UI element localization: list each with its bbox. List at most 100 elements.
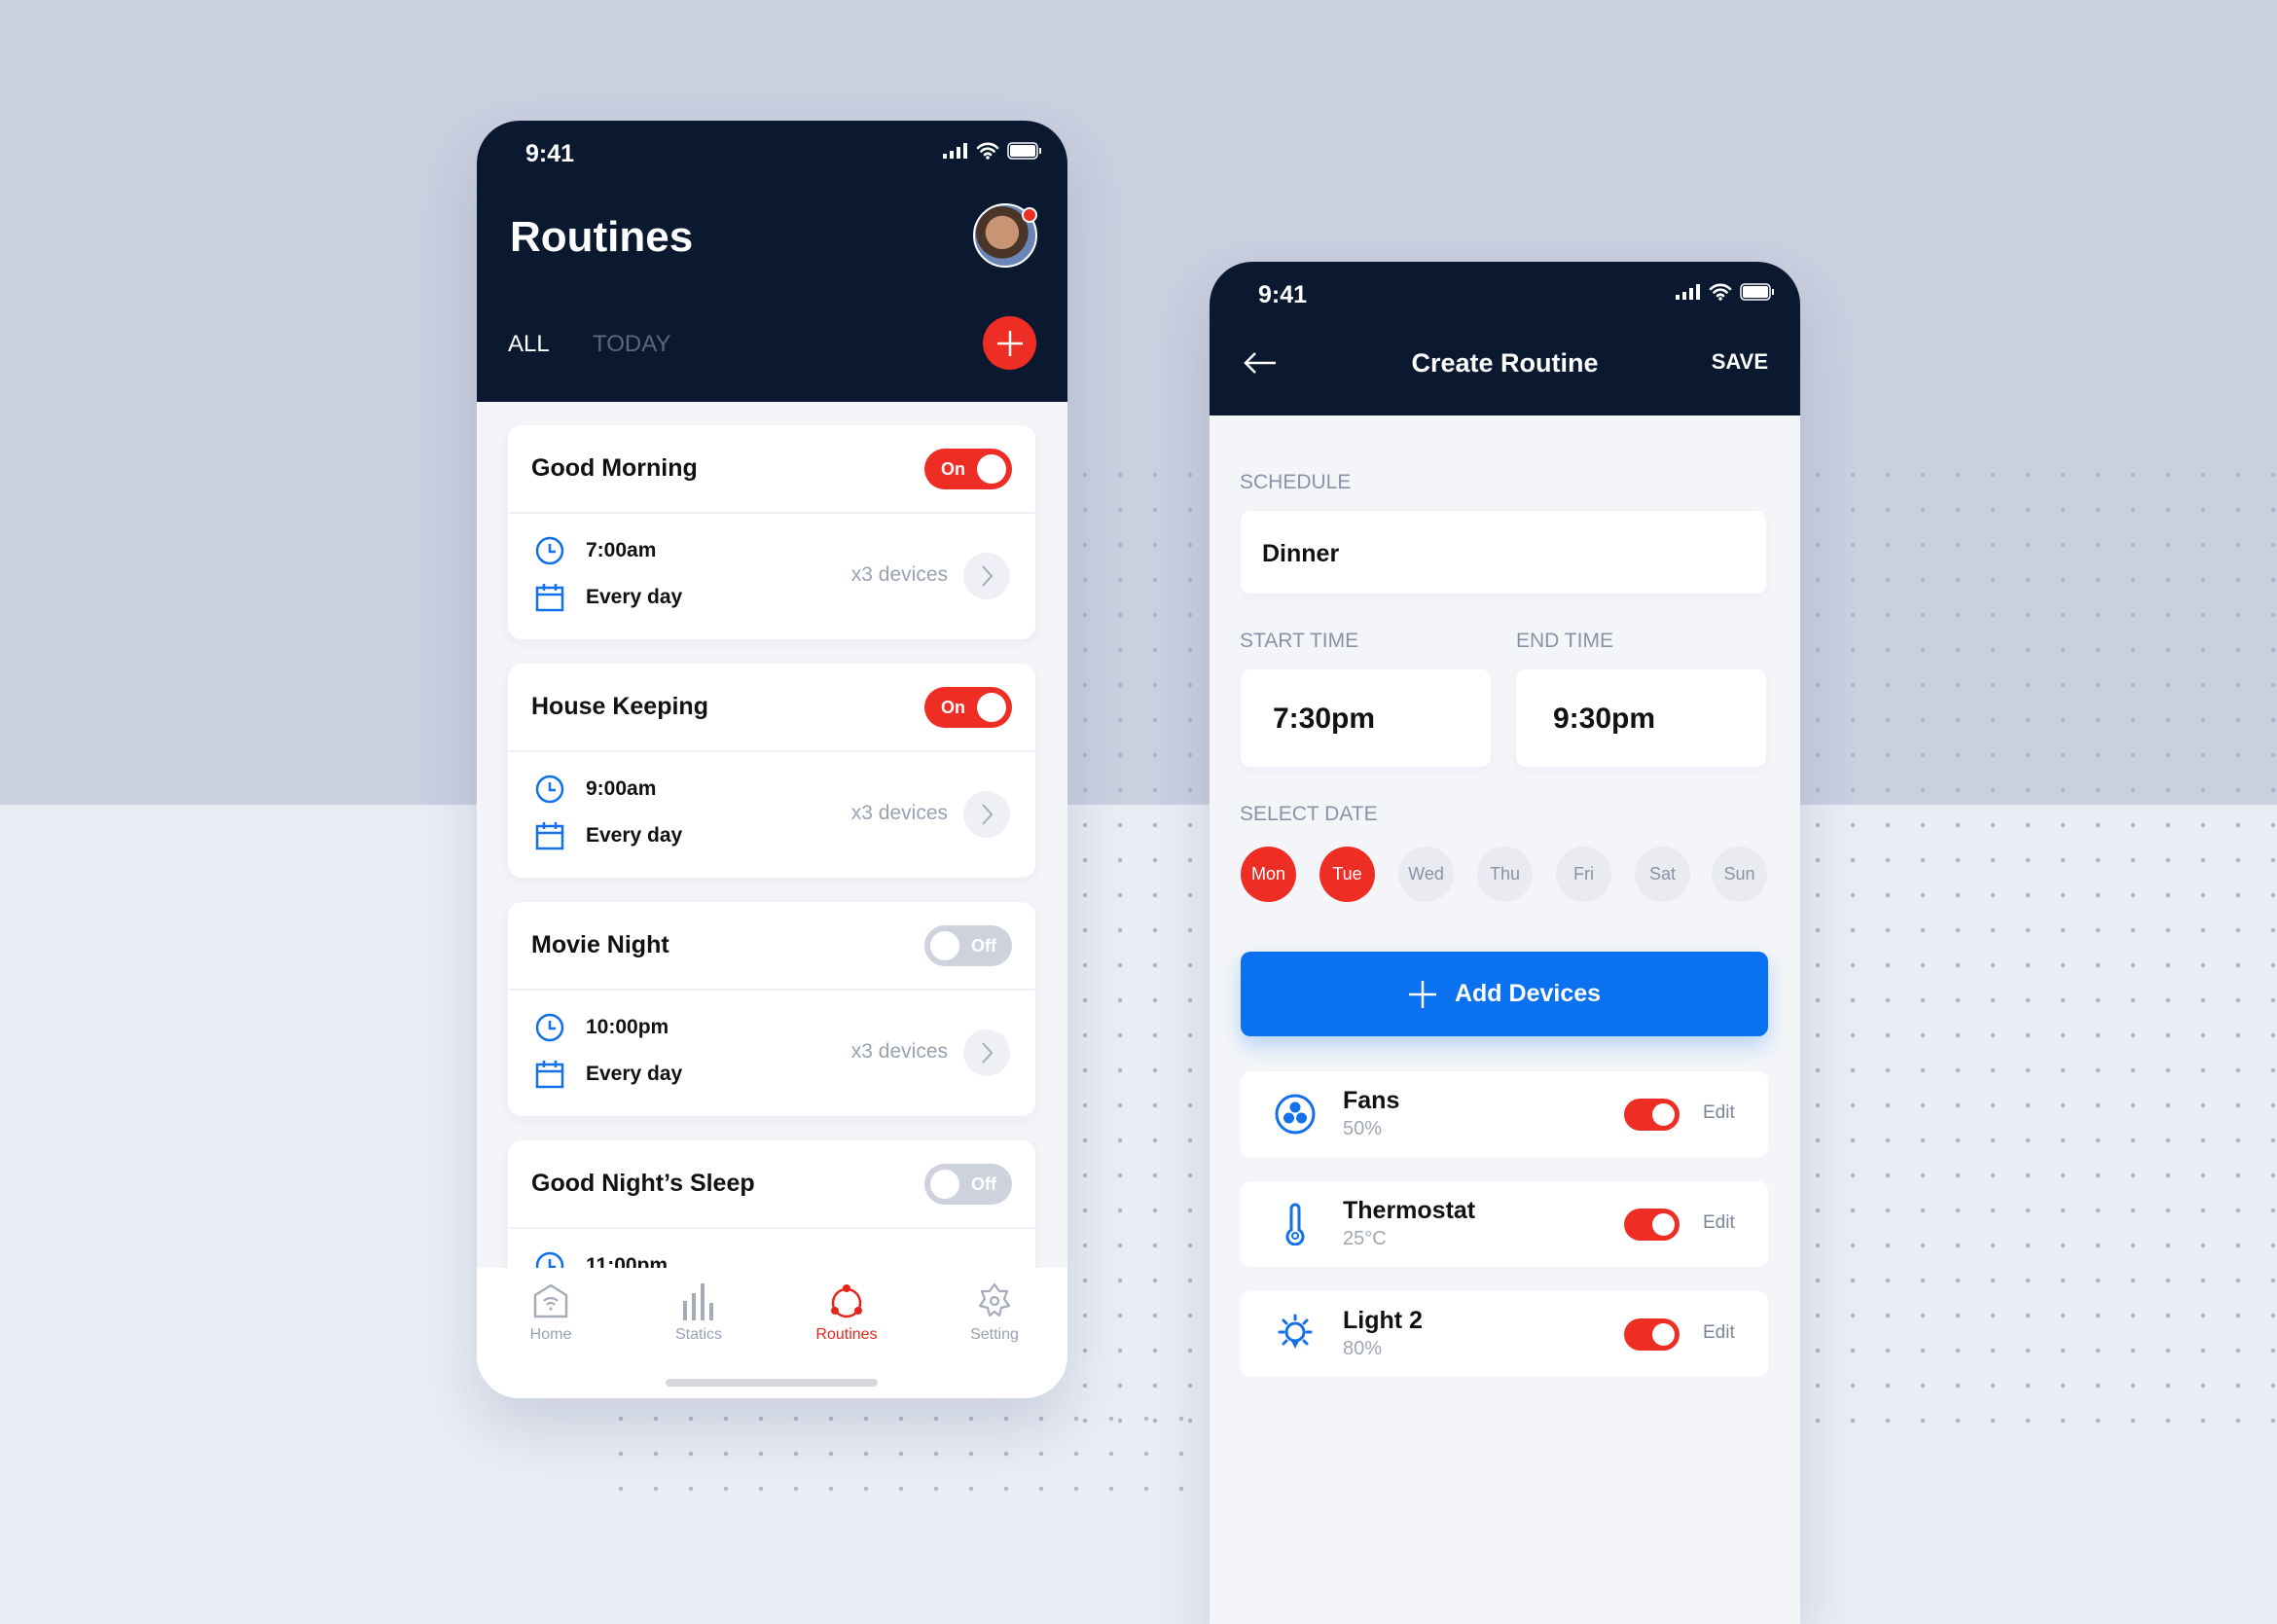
routines-header: 9:41 Routines ALL TODAY <box>477 121 1067 402</box>
schedule-label: SCHEDULE <box>1240 471 1352 493</box>
select-date-label: SELECT DATE <box>1240 803 1378 825</box>
create-header: 9:41 Create Routine SAVE <box>1210 262 1800 415</box>
clock-icon <box>535 1013 564 1042</box>
day-sun[interactable]: Sun <box>1712 847 1767 902</box>
device-name: Thermostat <box>1343 1197 1476 1224</box>
device-row: Light 2 80% Edit <box>1241 1291 1768 1377</box>
day-thu[interactable]: Thu <box>1477 847 1533 902</box>
fan-icon <box>1275 1094 1316 1135</box>
light-bulb-icon <box>1278 1314 1313 1349</box>
routine-repeat: Every day <box>535 583 682 612</box>
schedule-input[interactable]: Dinner <box>1241 511 1766 594</box>
toggle-label: Off <box>971 936 996 956</box>
device-value: 50% <box>1343 1118 1383 1139</box>
routine-name: Movie Night <box>531 931 669 958</box>
device-count: x3 devices <box>850 802 948 824</box>
plus-icon <box>1408 980 1436 1008</box>
routine-name: House Keeping <box>531 693 708 720</box>
edit-button[interactable]: Edit <box>1703 1102 1735 1124</box>
routines-icon <box>831 1284 862 1318</box>
routine-card[interactable]: Movie Night Off 10:00pm Every day x3 dev… <box>508 902 1035 1116</box>
device-count: x3 devices <box>850 1040 948 1063</box>
status-time: 9:41 <box>525 140 575 167</box>
signal-icon <box>1676 284 1700 300</box>
chevron-right-icon <box>982 804 994 825</box>
tab-today[interactable]: TODAY <box>593 331 670 358</box>
open-routine-button[interactable] <box>963 791 1010 838</box>
device-value: 80% <box>1343 1338 1383 1359</box>
routine-toggle[interactable]: Off <box>924 1164 1012 1205</box>
routine-time: 10:00pm <box>535 1013 669 1042</box>
home-indicator <box>666 1379 878 1387</box>
routines-screen: 9:41 Routines ALL TODAY Good Morning On … <box>477 121 1067 1398</box>
clock-icon <box>535 775 564 804</box>
page-title: Routines <box>510 213 694 261</box>
end-time-input[interactable]: 9:30pm <box>1516 669 1766 767</box>
bar-chart-icon <box>683 1283 713 1320</box>
device-toggle[interactable] <box>1624 1209 1680 1241</box>
edit-button[interactable]: Edit <box>1703 1322 1735 1344</box>
routine-card[interactable]: House Keeping On 9:00am Every day x3 dev… <box>508 664 1035 878</box>
thermometer-icon <box>1285 1203 1305 1245</box>
device-name: Light 2 <box>1343 1307 1423 1334</box>
device-row: Thermostat 25°C Edit <box>1241 1181 1768 1267</box>
end-time-label: END TIME <box>1516 630 1613 652</box>
open-routine-button[interactable] <box>963 1029 1010 1076</box>
routine-repeat: Every day <box>535 821 682 850</box>
routine-name: Good Night’s Sleep <box>531 1170 755 1197</box>
routine-card[interactable]: Good Morning On 7:00am Every day x3 devi… <box>508 425 1035 639</box>
device-toggle[interactable] <box>1624 1099 1680 1131</box>
day-wed[interactable]: Wed <box>1398 847 1454 902</box>
day-fri[interactable]: Fri <box>1556 847 1611 902</box>
add-devices-button[interactable]: Add Devices <box>1241 952 1768 1036</box>
background-dots <box>1800 457 2277 1430</box>
day-tue[interactable]: Tue <box>1319 847 1375 902</box>
gear-icon <box>978 1282 1011 1317</box>
routine-time: 7:00am <box>535 536 656 565</box>
routine-toggle[interactable]: On <box>924 687 1012 728</box>
calendar-icon <box>535 1061 564 1089</box>
start-time-input[interactable]: 7:30pm <box>1241 669 1491 767</box>
wifi-icon <box>1709 283 1732 301</box>
signal-icon <box>943 143 967 159</box>
device-value: 25°C <box>1343 1228 1387 1249</box>
toggle-label: Off <box>971 1174 996 1194</box>
create-routine-screen: 9:41 Create Routine SAVE SCHEDULE Dinner… <box>1210 262 1800 1624</box>
chevron-right-icon <box>982 565 994 587</box>
routine-name: Good Morning <box>531 454 698 482</box>
plus-icon <box>996 330 1023 356</box>
nav-setting[interactable]: Setting <box>936 1281 1053 1344</box>
battery-icon <box>1007 142 1041 160</box>
wifi-icon <box>976 142 999 160</box>
chevron-right-icon <box>982 1042 994 1064</box>
nav-home[interactable]: Home <box>492 1281 609 1344</box>
clock-icon <box>535 536 564 565</box>
save-button[interactable]: SAVE <box>1712 349 1768 375</box>
battery-icon <box>1740 283 1774 301</box>
routine-repeat: Every day <box>535 1060 682 1089</box>
nav-routines[interactable]: Routines <box>788 1281 905 1344</box>
status-time: 9:41 <box>1258 281 1308 308</box>
status-icons <box>1676 283 1775 301</box>
toggle-label: On <box>941 459 965 479</box>
device-row: Fans 50% Edit <box>1241 1071 1768 1157</box>
nav-statics[interactable]: Statics <box>640 1281 757 1344</box>
calendar-icon <box>535 822 564 850</box>
notification-dot <box>1022 207 1037 223</box>
routine-time: 9:00am <box>535 775 656 804</box>
tab-all[interactable]: ALL <box>508 331 550 358</box>
status-icons <box>943 142 1042 160</box>
add-routine-button[interactable] <box>983 316 1036 370</box>
edit-button[interactable]: Edit <box>1703 1212 1735 1234</box>
open-routine-button[interactable] <box>963 553 1010 599</box>
toggle-label: On <box>941 698 965 717</box>
routine-toggle[interactable]: On <box>924 449 1012 489</box>
routine-toggle[interactable]: Off <box>924 925 1012 966</box>
avatar[interactable] <box>973 203 1037 268</box>
calendar-icon <box>535 584 564 612</box>
start-time-label: START TIME <box>1240 630 1359 652</box>
day-mon[interactable]: Mon <box>1241 847 1296 902</box>
device-toggle[interactable] <box>1624 1318 1680 1351</box>
device-name: Fans <box>1343 1087 1400 1114</box>
day-sat[interactable]: Sat <box>1635 847 1690 902</box>
